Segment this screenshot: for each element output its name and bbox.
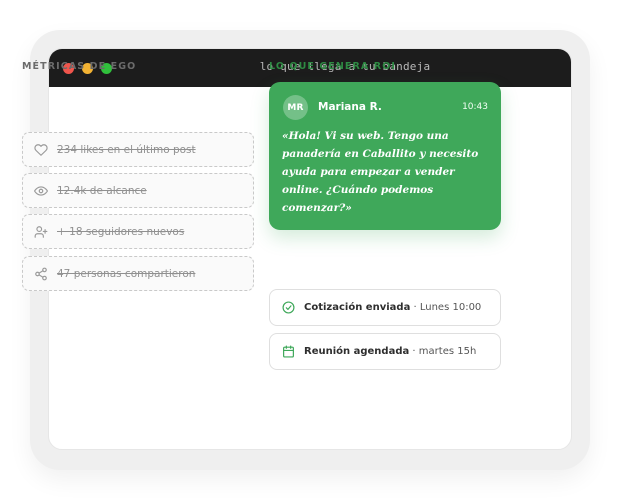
ego-item-label: 12.4k de alcance (57, 184, 147, 197)
heart-icon (34, 143, 48, 157)
eye-icon (34, 184, 48, 198)
status-text: Cotización enviada · Lunes 10:00 (304, 302, 481, 313)
status-label: Cotización enviada (304, 302, 411, 313)
status-detail: · martes 15h (409, 346, 477, 357)
ego-item-followers: + 18 seguidores nuevos (22, 214, 254, 249)
ego-item-label: 234 likes en el último post (57, 143, 196, 156)
status-detail: · Lunes 10:00 (410, 302, 482, 313)
ego-item-shares: 47 personas compartieron (22, 256, 254, 291)
share-icon (34, 267, 48, 281)
calendar-icon (282, 345, 295, 358)
ego-item-label: 47 personas compartieron (57, 267, 196, 280)
roi-heading: LO QUE GENERA ROI (269, 61, 397, 72)
status-text: Reunión agendada · martes 15h (304, 346, 476, 357)
ego-metrics-heading: MÉTRICAS DE EGO (22, 61, 137, 72)
message-body: «Hola! Vi su web. Tengo una panadería en… (282, 130, 479, 214)
ego-item-likes: 234 likes en el último post (22, 132, 254, 167)
message-time: 10:43 (462, 102, 488, 112)
avatar: MR (283, 95, 308, 120)
ego-item-reach: 12.4k de alcance (22, 173, 254, 208)
check-circle-icon (282, 301, 295, 314)
status-quote-sent[interactable]: Cotización enviada · Lunes 10:00 (269, 289, 501, 326)
sender-name: Mariana R. (318, 101, 382, 113)
incoming-message-card[interactable]: MR Mariana R. 10:43 «Hola! Vi su web. Te… (269, 82, 501, 230)
ego-item-label: + 18 seguidores nuevos (57, 225, 185, 238)
user-plus-icon (34, 225, 48, 239)
status-meeting-scheduled[interactable]: Reunión agendada · martes 15h (269, 333, 501, 370)
status-label: Reunión agendada (304, 346, 410, 357)
